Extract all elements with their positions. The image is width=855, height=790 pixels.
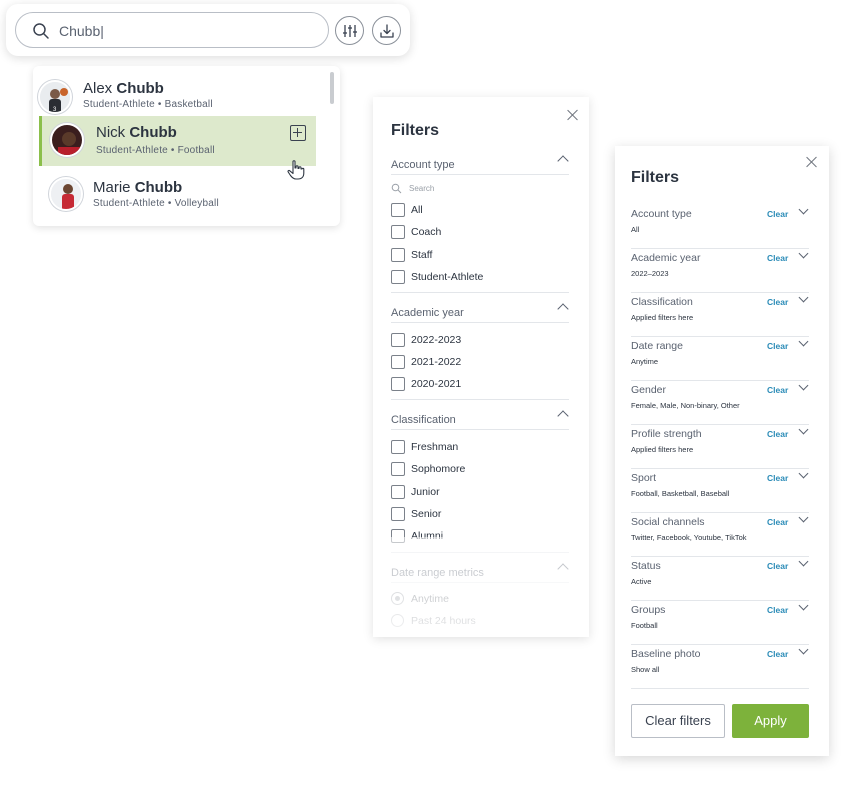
divider — [391, 399, 569, 400]
chevron-down-icon[interactable] — [798, 380, 809, 391]
result-item-nick-chubb[interactable]: Nick Chubb Student-Athlete • Football — [39, 116, 316, 166]
filter-row-gender[interactable]: Gender Female, Male, Non-binary, Other Cl… — [631, 380, 809, 425]
panel-title: Filters — [391, 122, 440, 139]
clear-link[interactable]: Clear — [767, 473, 788, 483]
chevron-down-icon[interactable] — [798, 468, 809, 479]
filters-panel-collapsed: Filters Account type All Clear Academic y… — [615, 146, 829, 756]
chevron-down-icon[interactable] — [798, 248, 809, 259]
chevron-up-icon — [557, 303, 569, 315]
download-icon — [380, 24, 394, 38]
clear-link[interactable]: Clear — [767, 385, 788, 395]
result-name: Nick Chubb — [96, 124, 177, 141]
download-button[interactable] — [372, 16, 401, 45]
avatar: 3 — [38, 80, 72, 114]
section-header-account-type[interactable]: Account type — [391, 155, 569, 175]
clear-link[interactable]: Clear — [767, 297, 788, 307]
search-icon — [33, 23, 49, 39]
search-results-list: 3 Alex Chubb Student-Athlete • Basketbal… — [33, 66, 340, 226]
filter-row-profile-strength[interactable]: Profile strength Applied filters here Cle… — [631, 424, 809, 469]
search-input[interactable]: Chubb| — [15, 12, 329, 48]
add-icon[interactable] — [290, 125, 306, 141]
filter-row-academic-year[interactable]: Academic year 2022–2023 Clear — [631, 248, 809, 293]
clear-link[interactable]: Clear — [767, 605, 788, 615]
search-value: Chubb| — [59, 23, 104, 39]
section-header-date-range-metrics[interactable]: Date range metrics — [391, 563, 569, 583]
result-name: Marie Chubb — [93, 179, 183, 196]
filter-row-baseline-photo[interactable]: Baseline photo Show all Clear — [631, 644, 809, 689]
filter-row-social-channels[interactable]: Social channels Twitter, Facebook, Youtub… — [631, 512, 809, 557]
filter-row-account-type[interactable]: Account type All Clear — [631, 204, 809, 249]
clear-link[interactable]: Clear — [767, 209, 788, 219]
chevron-down-icon[interactable] — [798, 512, 809, 523]
clear-link[interactable]: Clear — [767, 341, 788, 351]
result-subtitle: Student-Athlete • Volleyball — [93, 198, 219, 209]
avatar — [50, 123, 84, 157]
result-subtitle: Student-Athlete • Basketball — [83, 99, 213, 110]
result-subtitle: Student-Athlete • Football — [96, 145, 215, 156]
clear-link[interactable]: Clear — [767, 253, 788, 263]
chevron-down-icon[interactable] — [798, 644, 809, 655]
chevron-down-icon[interactable] — [798, 204, 809, 215]
apply-button[interactable]: Apply — [732, 704, 809, 738]
search-bar: Chubb| — [6, 4, 410, 56]
chevron-down-icon[interactable] — [798, 292, 809, 303]
chevron-down-icon[interactable] — [798, 336, 809, 347]
filters-panel-expanded: Filters Account type Search All Coach St… — [373, 97, 589, 637]
clear-link[interactable]: Clear — [767, 517, 788, 527]
filter-row-classification[interactable]: Classification Applied filters here Clear — [631, 292, 809, 337]
result-item-alex-chubb[interactable]: 3 Alex Chubb Student-Athlete • Basketbal… — [33, 74, 333, 122]
clear-link[interactable]: Clear — [767, 649, 788, 659]
search-icon — [391, 183, 402, 194]
clear-link[interactable]: Clear — [767, 429, 788, 439]
hand-cursor-icon — [287, 160, 305, 180]
close-icon[interactable] — [567, 109, 579, 121]
chevron-up-icon — [557, 410, 569, 422]
clear-filters-button[interactable]: Clear filters — [631, 704, 725, 738]
panel-title: Filters — [631, 169, 680, 186]
chevron-down-icon[interactable] — [798, 424, 809, 435]
account-type-search-input[interactable]: Search — [391, 183, 434, 196]
filter-row-status[interactable]: Status Active Clear — [631, 556, 809, 601]
chevron-down-icon[interactable] — [798, 600, 809, 611]
filter-row-date-range[interactable]: Date range Anytime Clear — [631, 336, 809, 381]
clear-link[interactable]: Clear — [767, 561, 788, 571]
chevron-up-icon — [557, 563, 569, 575]
filter-row-groups[interactable]: Groups Football Clear — [631, 600, 809, 645]
divider — [391, 292, 569, 293]
section-header-academic-year[interactable]: Academic year — [391, 303, 569, 323]
section-header-classification[interactable]: Classification — [391, 410, 569, 430]
divider — [391, 552, 569, 553]
filter-row-sport[interactable]: Sport Football, Basketball, Baseball Clea… — [631, 468, 809, 513]
avatar — [49, 177, 83, 211]
chevron-down-icon[interactable] — [798, 556, 809, 567]
sliders-icon — [343, 25, 357, 37]
result-name: Alex Chubb — [83, 80, 164, 97]
filter-settings-button[interactable] — [335, 16, 364, 45]
close-icon[interactable] — [806, 156, 818, 168]
chevron-up-icon — [557, 155, 569, 167]
